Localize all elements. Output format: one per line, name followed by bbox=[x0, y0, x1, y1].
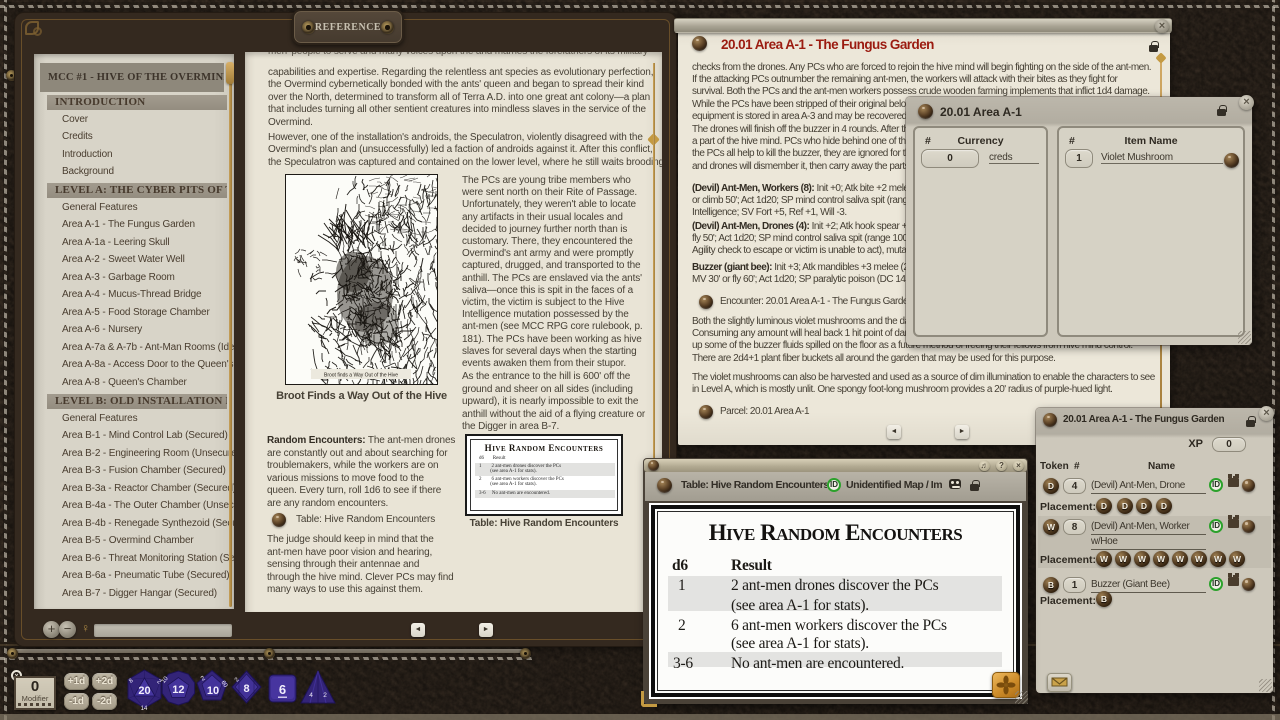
svg-text:6: 6 bbox=[279, 682, 286, 697]
svg-text:2: 2 bbox=[323, 692, 327, 699]
svg-text:12: 12 bbox=[172, 684, 184, 696]
svg-text:20: 20 bbox=[138, 685, 150, 697]
svg-text:10: 10 bbox=[207, 685, 219, 697]
svg-text:14: 14 bbox=[141, 706, 148, 712]
svg-text:8: 8 bbox=[243, 683, 249, 695]
svg-text:4: 4 bbox=[309, 692, 313, 699]
svg-text:Broot finds a Way Out of the H: Broot finds a Way Out of the Hive bbox=[324, 373, 398, 379]
